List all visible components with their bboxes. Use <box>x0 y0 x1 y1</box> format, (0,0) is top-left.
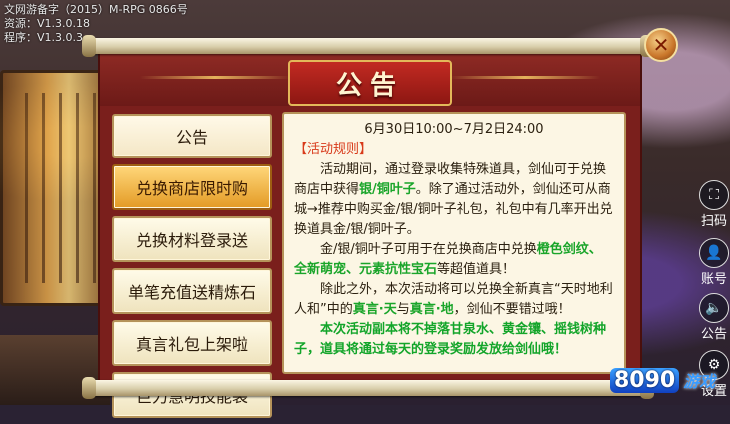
user-icon: 👤 <box>699 238 729 268</box>
paragraph-4: 本次活动副本将不掉落甘泉水、黄金镶、摇钱树种子，道具将通过每天的登录奖励发放给剑… <box>294 322 607 357</box>
close-icon: ✕ <box>652 33 670 57</box>
paragraph-1: 活动期间，通过登录收集特殊道具，剑仙可于兑换商店中获得银/铜叶子。除了通过活动外… <box>294 160 614 240</box>
license-text: 文网游备字（2015）M-RPG 0866号 <box>4 3 188 16</box>
account-label: 账号 <box>700 272 727 287</box>
tab-mantra-pack[interactable]: 真言礼包上架啦 <box>112 320 272 366</box>
dialog-title: 公告 <box>288 60 452 106</box>
program-version: 程序：V1.3.0.3 <box>4 31 84 44</box>
tab-recharge-stone[interactable]: 单笔充值送精炼石 <box>112 268 272 314</box>
tab-notice[interactable]: 公告 <box>112 114 272 158</box>
rules-header: 【活动规则】 <box>294 142 373 157</box>
scan-icon: ⛶ <box>699 180 729 210</box>
tab-exchange-shop[interactable]: 兑换商店限时购 <box>112 164 272 210</box>
paragraph-3: 除此之外，本次活动将可以兑换全新真言“天时地利人和”中的真言·天与真言·地，剑仙… <box>294 280 614 320</box>
scan-label: 扫码 <box>700 214 727 229</box>
p2-text-c: 等超值道具！ <box>437 262 516 277</box>
announcement-content: 6月30日10:00~7月2日24:00 【活动规则】 活动期间，通过登录收集特… <box>282 112 626 374</box>
ornament-left <box>140 76 290 79</box>
resource-version: 资源：V1.3.0.18 <box>4 17 91 30</box>
logo-word: 游戏 <box>683 372 716 391</box>
scan-shortcut[interactable]: ⛶ 扫码 <box>698 180 730 229</box>
paragraph-2: 金/银/铜叶子可用于在兑换商店中兑换橙色剑纹、全新萌宠、元素抗性宝石等超值道具！ <box>294 240 614 280</box>
notice-shortcut[interactable]: 🔈 公告 <box>698 293 730 342</box>
speaker-icon: 🔈 <box>699 293 729 323</box>
version-watermark: 文网游备字（2015）M-RPG 0866号 资源：V1.3.0.18 程序：V… <box>4 3 188 45</box>
logo-number: 8090 <box>610 367 680 393</box>
tab-exchange-materials[interactable]: 兑换材料登录送 <box>112 216 272 262</box>
p1-highlight: 银/铜叶子 <box>359 182 416 197</box>
event-date: 6月30日10:00~7月2日24:00 <box>364 122 544 137</box>
site-logo: 8090 游戏 <box>610 360 720 400</box>
p3-text-c: 与 <box>396 302 410 317</box>
announcement-dialog: 公告 公告 兑换商店限时购 兑换材料登录送 单笔充值送精炼石 真言礼包上架啦 巨… <box>98 48 642 418</box>
p3-text-e: ，剑仙不要错过哦！ <box>453 302 571 317</box>
p2-text-a: 金/银/铜叶子可用于在兑换商店中兑换 <box>320 242 537 257</box>
notice-label: 公告 <box>700 327 727 342</box>
p3-highlight-tian: 真言·天 <box>352 302 397 317</box>
scroll-rod-bottom <box>82 377 654 399</box>
close-button[interactable]: ✕ <box>644 28 678 62</box>
title-band: 公告 <box>100 54 640 106</box>
tab-list: 公告 兑换商店限时购 兑换材料登录送 单笔充值送精炼石 真言礼包上架啦 巨力慧明… <box>112 114 272 424</box>
account-shortcut[interactable]: 👤 账号 <box>698 238 730 287</box>
ornament-right <box>450 76 600 79</box>
p3-highlight-di: 真言·地 <box>409 302 454 317</box>
